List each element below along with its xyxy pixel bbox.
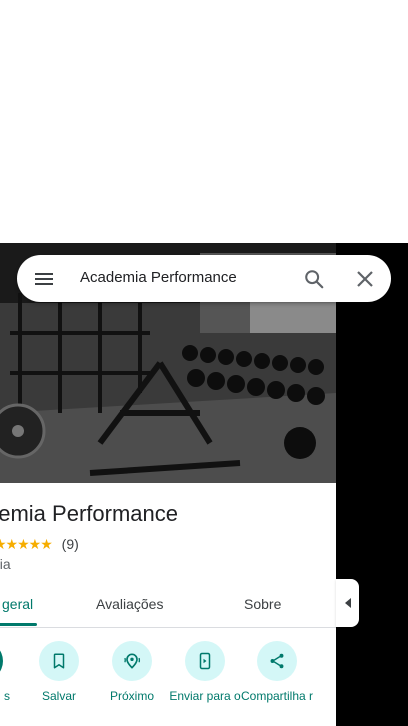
- place-tabs: geral Avaliações Sobre: [0, 585, 336, 628]
- send-to-phone-button[interactable]: Enviar para o: [168, 641, 242, 703]
- rating-stars: ★★★★★: [0, 536, 53, 552]
- place-title: demia Performance: [0, 501, 178, 526]
- map-area[interactable]: [336, 243, 408, 726]
- tab-reviews[interactable]: Avaliações: [96, 596, 163, 612]
- chevron-left-icon: [344, 598, 351, 608]
- share-button[interactable]: Compartilha r: [240, 641, 314, 703]
- save-label: Salvar: [41, 689, 76, 703]
- menu-icon[interactable]: [34, 269, 54, 289]
- send-to-phone-label: Enviar para o: [169, 689, 241, 703]
- close-icon[interactable]: [355, 269, 375, 289]
- directions-label: s: [4, 689, 10, 703]
- nearby-label: Próximo: [109, 689, 154, 703]
- tab-about[interactable]: Sobre: [244, 596, 281, 612]
- nearby-button[interactable]: Próximo: [95, 641, 169, 703]
- nearby-icon: [112, 641, 152, 681]
- action-buttons: s Salvar Próximo Enviar para o Compartil…: [0, 641, 336, 726]
- search-bar[interactable]: Academia Performance: [17, 255, 391, 302]
- bookmark-icon: [39, 641, 79, 681]
- send-to-phone-icon: [185, 641, 225, 681]
- tab-overview[interactable]: geral: [2, 596, 33, 612]
- search-input[interactable]: Academia Performance: [80, 269, 237, 286]
- maps-page: demia Performance ★★★★★ (9) nia geral Av…: [0, 0, 408, 726]
- place-panel: demia Performance ★★★★★ (9) nia geral Av…: [0, 243, 336, 726]
- share-icon: [257, 641, 297, 681]
- rating-row[interactable]: ★★★★★ (9): [0, 536, 79, 553]
- review-count[interactable]: (9): [62, 536, 79, 552]
- share-label: Compartilha r: [240, 689, 314, 703]
- save-button[interactable]: Salvar: [22, 641, 96, 703]
- directions-icon: [0, 641, 3, 681]
- search-icon[interactable]: [303, 268, 325, 290]
- collapse-panel-button[interactable]: [336, 579, 359, 627]
- place-category[interactable]: nia: [0, 556, 11, 572]
- directions-button[interactable]: s: [0, 641, 20, 703]
- active-tab-indicator: [0, 623, 37, 626]
